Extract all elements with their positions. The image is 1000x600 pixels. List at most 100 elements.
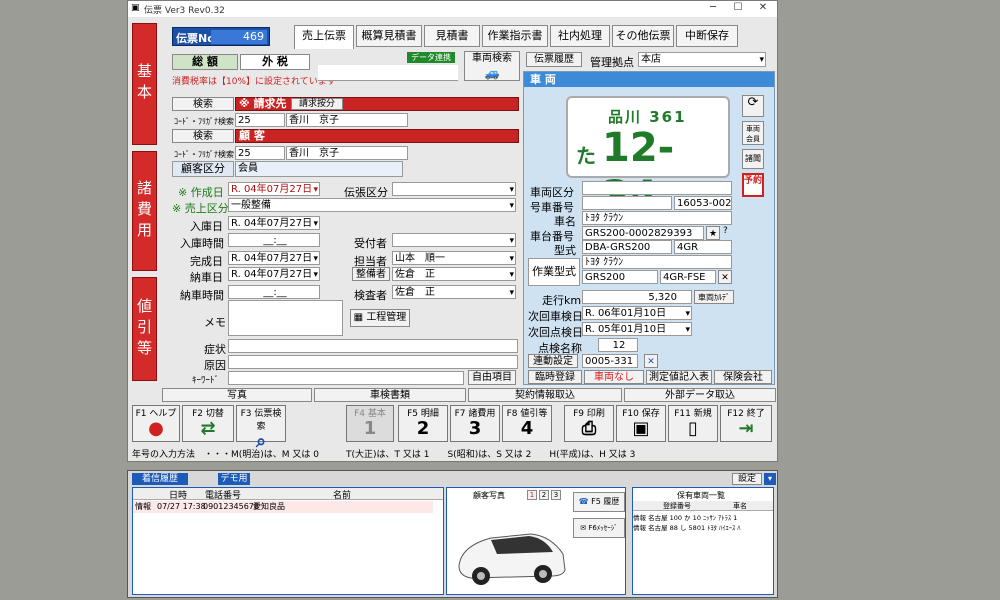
created-date-select[interactable]: R. 04年07月27日: [228, 182, 320, 196]
work-model-code-field[interactable]: GRS200: [582, 270, 658, 284]
photo-page-1[interactable]: 1: [527, 490, 537, 500]
link-setting-field[interactable]: 0005-331: [582, 354, 638, 368]
tab-internal[interactable]: 社内処理: [550, 25, 610, 47]
symptom-field[interactable]: [228, 339, 518, 353]
data-link-field[interactable]: [318, 65, 458, 81]
tab-demo[interactable]: デモ用: [218, 473, 250, 485]
billing-split-button[interactable]: 請求按分: [291, 98, 343, 110]
side-tab-fees[interactable]: 諸費用: [132, 151, 157, 271]
entry-time-field[interactable]: __:__: [228, 233, 320, 247]
settings-button[interactable]: 設定: [732, 473, 762, 485]
f11-new-button[interactable]: F11 新規 ▯: [668, 405, 718, 442]
photo-button[interactable]: 写真: [162, 388, 312, 402]
billing-search-button[interactable]: 検索: [172, 97, 234, 111]
next-check-select[interactable]: R. 05年01月10日: [582, 322, 692, 336]
side-tab-basic[interactable]: 基本: [132, 23, 157, 145]
entry-date-select[interactable]: R. 04年07月27日: [228, 216, 320, 230]
link-setting-button[interactable]: 連動設定: [528, 354, 578, 368]
f10-save-button[interactable]: F10 保存 ▣: [616, 405, 666, 442]
f9-print-button[interactable]: F9 印刷 ⎙: [564, 405, 614, 442]
done-date-select[interactable]: R. 04年07月27日: [228, 251, 320, 265]
cause-field[interactable]: [228, 355, 518, 369]
mileage-field[interactable]: 5,320: [582, 290, 692, 304]
f5-detail-button[interactable]: F5 明細 2: [398, 405, 448, 442]
reservation-button[interactable]: 予約: [742, 173, 764, 197]
car-name-field[interactable]: ﾄﾖﾀ ｸﾗｳﾝ: [582, 211, 732, 225]
inspector-select[interactable]: 佐倉 正: [392, 285, 516, 299]
f12-exit-button[interactable]: F12 終了 ⇥: [720, 405, 772, 442]
base-select[interactable]: 本店: [638, 52, 766, 67]
owned-row[interactable]: 情報 名古屋 100 か 10 ﾆｯｻﾝ ｱﾄﾗｽ 1: [633, 512, 773, 522]
slip-history-button[interactable]: 伝票履歴: [526, 52, 582, 67]
contract-import-button[interactable]: 契約情報取込: [468, 388, 622, 402]
close-icon[interactable]: ✕: [753, 2, 773, 13]
f3-search-button[interactable]: F3 伝票検索 ⌕: [236, 405, 286, 452]
customer-name-field[interactable]: 香川 京子: [286, 146, 408, 160]
keyword-field[interactable]: [228, 371, 464, 385]
owned-row[interactable]: 情報 名古屋 88 し 5801 ﾄﾖﾀ ﾊｲｴｰｽ ﾊ: [633, 522, 773, 532]
f4-basic-button[interactable]: F4 基本 1: [346, 405, 394, 442]
refresh-icon[interactable]: ⟳: [742, 95, 764, 117]
next-inspection-select[interactable]: R. 06年01月10日: [582, 306, 692, 320]
insurance-button[interactable]: 保険会社: [714, 370, 772, 384]
chassis-field[interactable]: GRS200-0002829393: [582, 226, 704, 240]
customer-type-field[interactable]: 会員: [235, 161, 403, 177]
vehicle-member-button[interactable]: 車両会員: [742, 121, 764, 145]
tab-work-order[interactable]: 作業指示書: [482, 25, 548, 47]
billing-name-field[interactable]: 香川 京子: [286, 113, 408, 127]
tax-excl-button[interactable]: 外 税: [240, 54, 310, 70]
star-icon[interactable]: ★: [706, 226, 720, 240]
sales-type-select[interactable]: 一般整備: [228, 198, 516, 212]
vehicle-card-button[interactable]: 車両ｶﾙﾃﾞ: [694, 290, 734, 304]
customer-search-button[interactable]: 検索: [172, 129, 234, 143]
measurement-button[interactable]: 測定値記入表: [646, 370, 712, 384]
mechanic-select[interactable]: 佐倉 正: [392, 267, 516, 281]
billing-code-field[interactable]: 25: [235, 113, 285, 127]
f2-switch-button[interactable]: F2 切替 ⇄: [182, 405, 234, 442]
side-tab-discount[interactable]: 値引等: [132, 277, 157, 381]
model-field[interactable]: DBA-GRS200: [582, 240, 672, 254]
car-search-button[interactable]: 車両検索 🚙: [464, 51, 520, 81]
data-link-badge[interactable]: データ連携: [407, 52, 455, 63]
customer-code-field[interactable]: 25: [235, 146, 285, 160]
tab-suspend-save[interactable]: 中断保存: [676, 25, 738, 47]
clear-icon[interactable]: ✕: [718, 270, 732, 284]
car-number-field[interactable]: [582, 196, 672, 210]
process-management-button[interactable]: ▦ 工程管理: [350, 309, 410, 327]
tab-other-slip[interactable]: その他伝票: [612, 25, 674, 47]
f8-discount-button[interactable]: F8 値引等 4: [502, 405, 552, 442]
no-vehicle-button[interactable]: 車両なし: [584, 370, 644, 384]
engine-field[interactable]: 4GR: [674, 240, 732, 254]
free-item-button[interactable]: 自由項目: [468, 370, 516, 385]
link-clear-icon[interactable]: ✕: [644, 354, 658, 368]
delivery-date-select[interactable]: R. 04年07月27日: [228, 267, 320, 281]
f5-history-button[interactable]: ☎ F5 履歴: [573, 492, 625, 512]
f6-message-button[interactable]: ✉ F6ﾒｯｾｰｼﾞ: [573, 518, 625, 538]
inspection-docs-button[interactable]: 車検書類: [314, 388, 466, 402]
car-code-field[interactable]: 16053-0027: [674, 196, 732, 210]
slip-type-select[interactable]: [392, 182, 516, 196]
delivery-time-field[interactable]: __:__: [228, 285, 320, 299]
window-toggle-icon[interactable]: ▾: [764, 473, 776, 485]
minimize-icon[interactable]: ─: [703, 2, 723, 13]
inquiry-button[interactable]: 諸聞: [742, 149, 764, 169]
f7-fees-button[interactable]: F7 諸費用 3: [450, 405, 500, 442]
vehicle-type-field[interactable]: [582, 181, 732, 195]
work-model-name-field[interactable]: ﾄﾖﾀ ｸﾗｳﾝ: [582, 255, 732, 269]
tab-call-history[interactable]: 着信履歴: [132, 473, 188, 485]
temp-register-button[interactable]: 臨時登録: [528, 370, 582, 384]
check-name-field[interactable]: 12: [598, 338, 638, 352]
tax-total-button[interactable]: 総 額: [172, 54, 238, 70]
mechanic-label[interactable]: 整備者: [352, 267, 390, 281]
photo-page-2[interactable]: 2: [539, 490, 549, 500]
tab-estimate[interactable]: 見積書: [424, 25, 480, 47]
external-import-button[interactable]: 外部データ取込: [624, 388, 776, 402]
help-icon[interactable]: ?: [723, 226, 728, 236]
maximize-icon[interactable]: ☐: [728, 2, 748, 13]
call-history-row[interactable]: 情報 07/27 17:38 09012345678 愛知良品: [133, 501, 433, 513]
staff-select[interactable]: 山本 順一: [392, 251, 516, 265]
tab-sales-slip[interactable]: 売上伝票: [294, 25, 354, 49]
receiver-select[interactable]: [392, 233, 516, 247]
work-engine-field[interactable]: 4GR-FSE: [660, 270, 716, 284]
memo-field[interactable]: [228, 300, 343, 336]
